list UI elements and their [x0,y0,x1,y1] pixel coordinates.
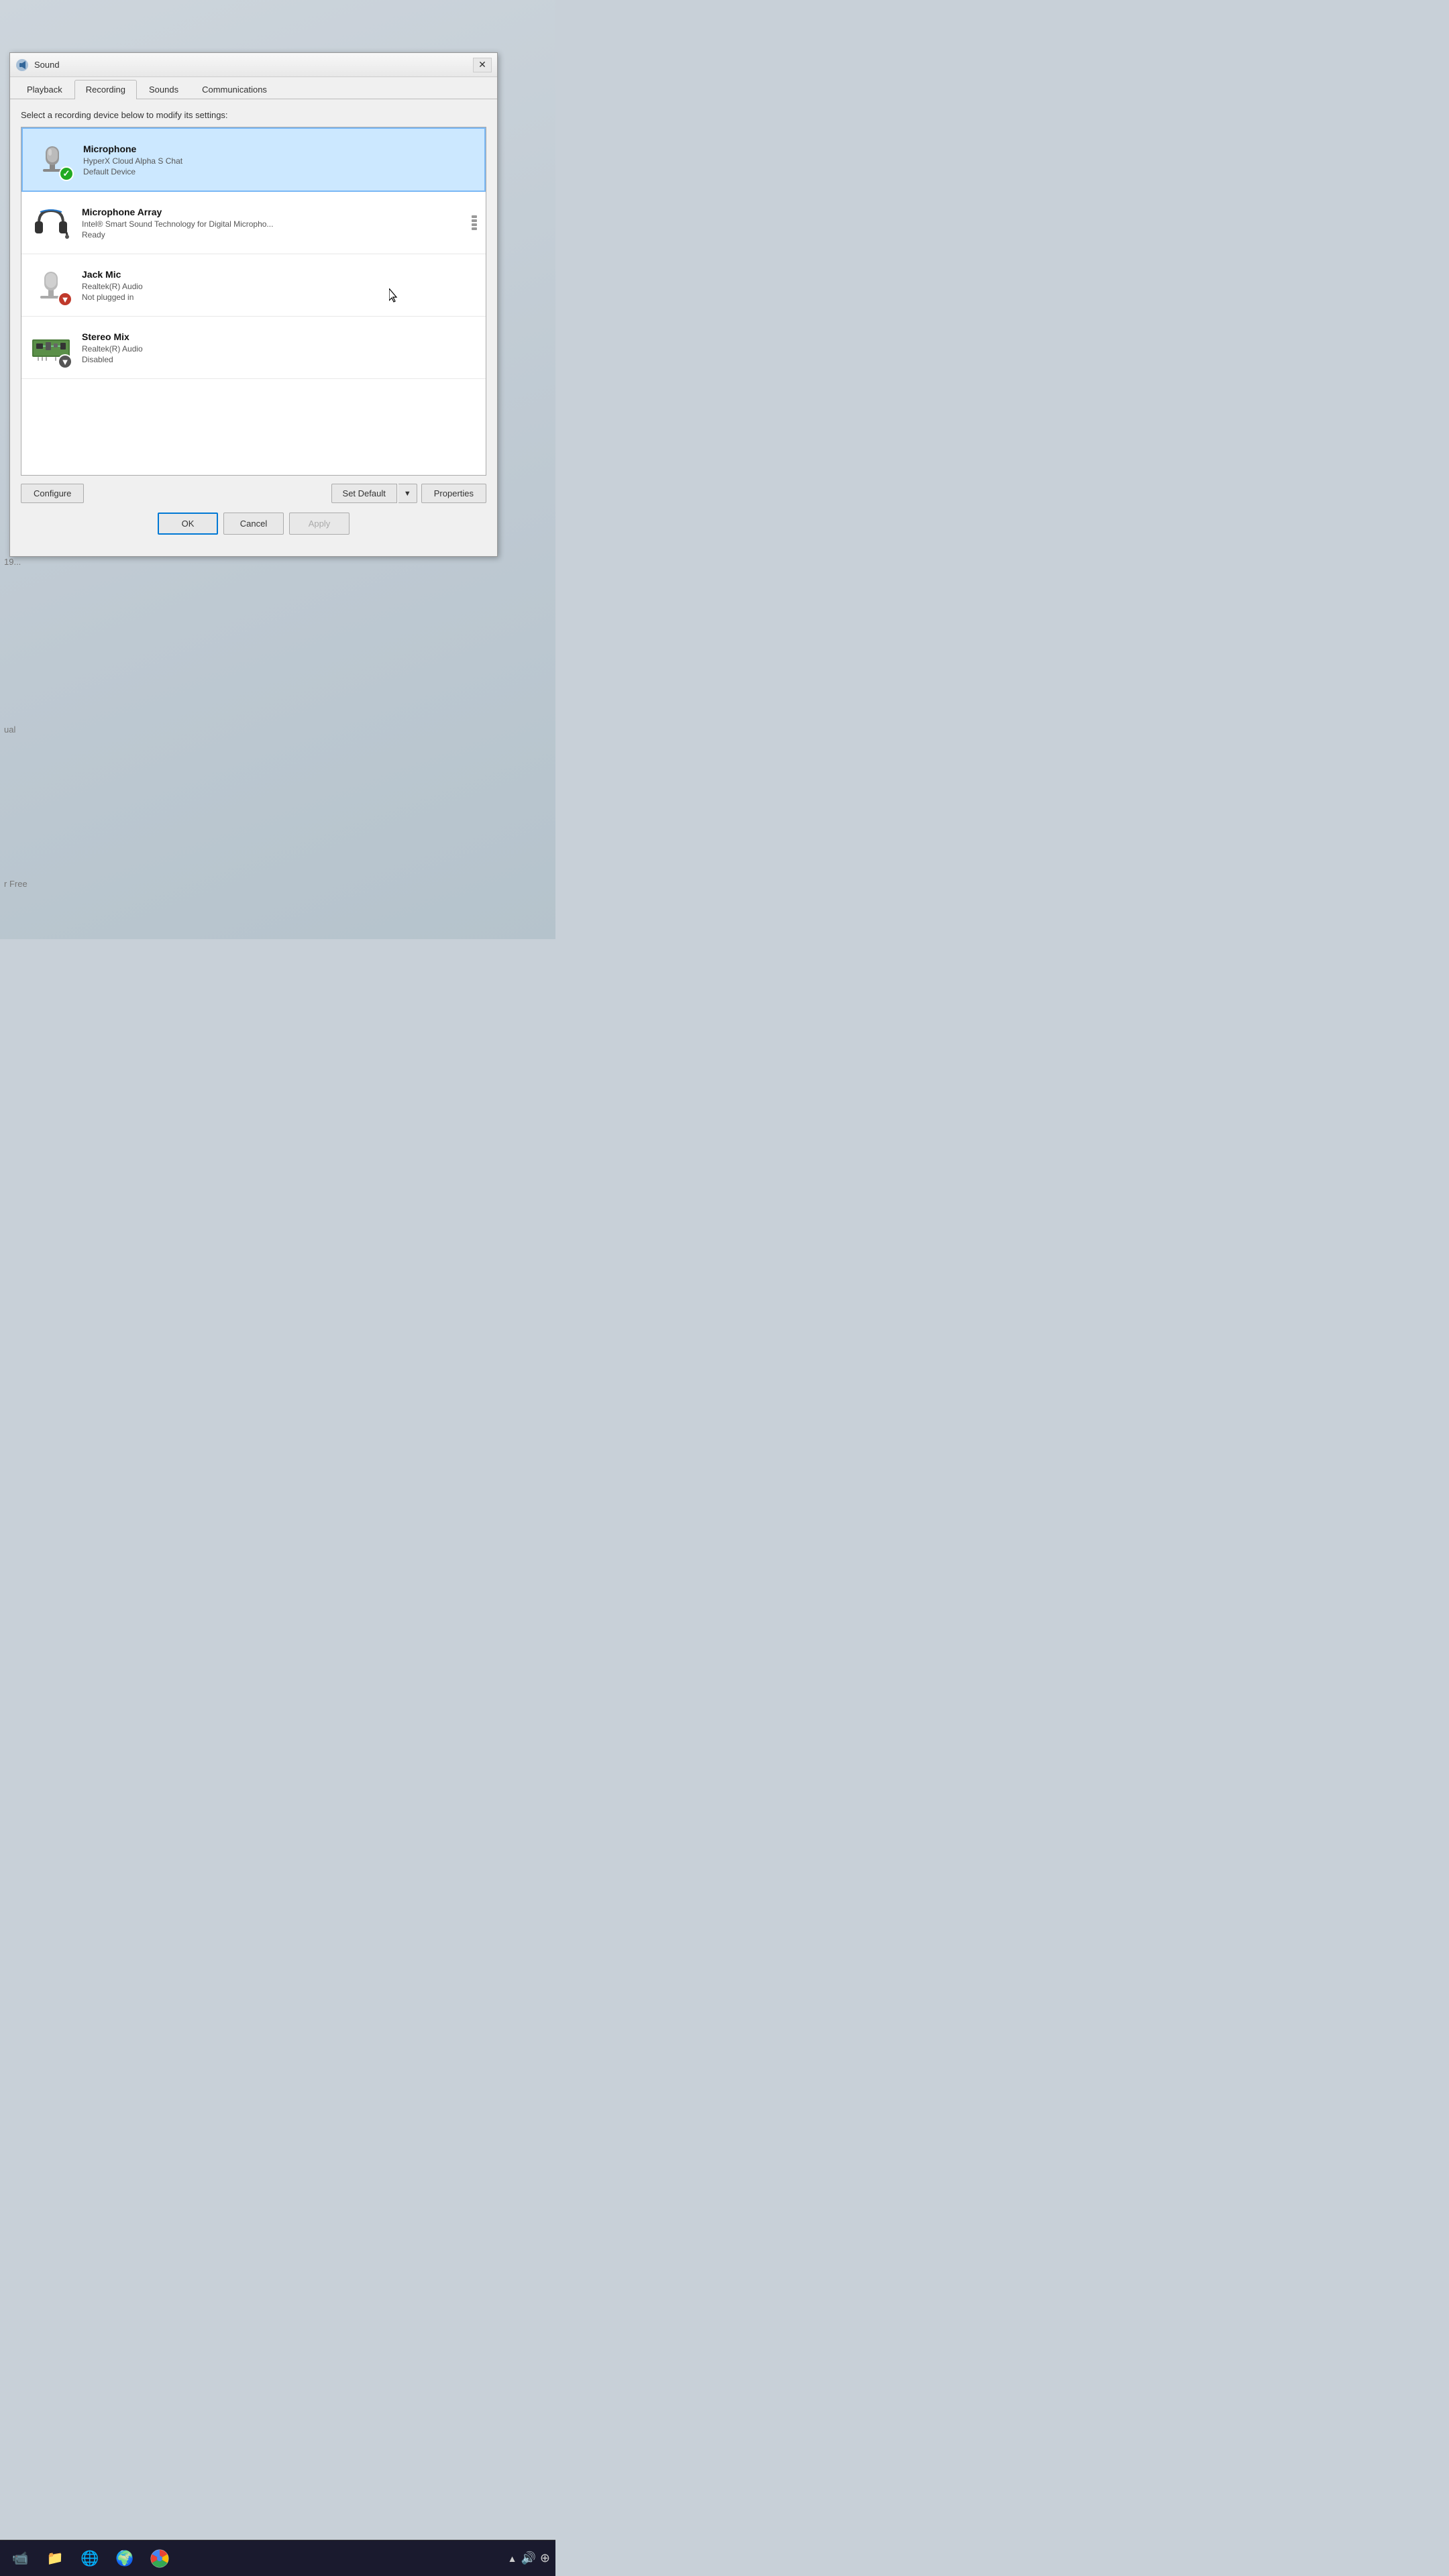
chrome-icon [150,2549,169,2568]
device-status-2: Not plugged in [82,292,479,302]
set-default-group: Set Default ▼ [331,484,417,503]
taskbar-right: ▲ 🔊 ⊕ [508,2551,550,2565]
taskbar-item-chrome[interactable] [145,2544,174,2573]
sound-dialog: Sound ✕ Playback Recording Sounds Commun… [9,52,498,557]
network-icon[interactable]: ⊕ [540,2551,550,2565]
device-icon-area-2: ▼ [28,262,74,308]
browser2-icon: 🌍 [115,2550,133,2567]
cancel-button[interactable]: Cancel [223,513,284,535]
scrollbar-indicator [470,200,479,246]
instruction-text: Select a recording device below to modif… [21,110,486,120]
ie-icon: 🌐 [80,2550,99,2567]
tab-recording[interactable]: Recording [74,80,137,99]
taskbar-item-ie[interactable]: 🌐 [75,2544,105,2573]
device-icon-area-1 [28,200,74,246]
title-bar-controls: ✕ [473,58,492,72]
device-item-microphone-hyperx[interactable]: ✓ Microphone HyperX Cloud Alpha S Chat D… [21,127,486,192]
volume-icon[interactable]: 🔊 [521,2551,535,2565]
device-item-microphone-array[interactable]: Microphone Array Intel® Smart Sound Tech… [21,192,486,254]
device-desc-3: Realtek(R) Audio [82,344,404,354]
title-bar-icon [15,58,29,72]
bg-text-2: ual [4,724,15,735]
set-default-button[interactable]: Set Default [331,484,397,503]
close-button[interactable]: ✕ [473,58,492,72]
device-info-1: Microphone Array Intel® Smart Sound Tech… [82,207,470,239]
tab-playback[interactable]: Playback [15,80,74,99]
device-status-3: Disabled [82,355,479,364]
ok-button[interactable]: OK [158,513,218,535]
stereo-mix-status-badge: ▼ [58,354,72,369]
sound-icon [15,58,29,72]
files-icon: 📁 [47,2550,64,2567]
device-item-stereo-mix[interactable]: ▼ Stereo Mix Realtek(R) Audio Disabled [21,317,486,379]
device-name-1: Microphone Array [82,207,470,217]
set-default-dropdown[interactable]: ▼ [398,484,417,503]
bg-text-3: r Free [4,879,28,889]
taskbar-item-browser2[interactable]: 🌍 [110,2544,140,2573]
device-desc-0: HyperX Cloud Alpha S Chat [83,156,405,166]
device-list-container: ✓ Microphone HyperX Cloud Alpha S Chat D… [21,127,486,476]
taskbar: 📹 📁 🌐 🌍 ▲ 🔊 ⊕ [0,2540,555,2576]
dialog-body: Select a recording device below to modif… [10,99,497,556]
taskbar-item-files[interactable]: 📁 [40,2544,70,2573]
device-info-0: Microphone HyperX Cloud Alpha S Chat Def… [83,144,478,176]
tab-strip: Playback Recording Sounds Communications [10,77,497,99]
properties-button[interactable]: Properties [421,484,486,503]
tab-sounds[interactable]: Sounds [138,80,190,99]
device-desc-1: Intel® Smart Sound Technology for Digita… [82,219,404,229]
device-icon-area-3: ▼ [28,325,74,370]
device-name-2: Jack Mic [82,269,479,280]
default-device-badge: ✓ [59,166,74,181]
configure-button[interactable]: Configure [21,484,84,503]
device-list[interactable]: ✓ Microphone HyperX Cloud Alpha S Chat D… [21,127,486,475]
action-row: OK Cancel Apply [21,513,486,545]
microphone-array-icon [32,207,70,239]
device-info-3: Stereo Mix Realtek(R) Audio Disabled [82,331,479,364]
bg-text-1: 19... [4,557,21,567]
bottom-controls: Configure Set Default ▼ Properties [21,484,486,503]
apply-button[interactable]: Apply [289,513,350,535]
device-name-0: Microphone [83,144,478,154]
device-name-3: Stereo Mix [82,331,479,342]
jack-mic-status-badge: ▼ [58,292,72,307]
device-status-0: Default Device [83,167,478,176]
tab-communications[interactable]: Communications [191,80,278,99]
title-bar: Sound ✕ [10,53,497,77]
zoom-icon: 📹 [12,2550,29,2567]
system-tray-arrow[interactable]: ▲ [508,2553,517,2564]
device-item-jack-mic[interactable]: ▼ Jack Mic Realtek(R) Audio Not plugged … [21,254,486,317]
device-info-2: Jack Mic Realtek(R) Audio Not plugged in [82,269,479,302]
device-desc-2: Realtek(R) Audio [82,282,404,291]
taskbar-item-zoom[interactable]: 📹 [5,2544,35,2573]
device-status-1: Ready [82,230,470,239]
device-icon-area-0: ✓ [30,137,75,182]
dialog-title: Sound [34,60,473,70]
